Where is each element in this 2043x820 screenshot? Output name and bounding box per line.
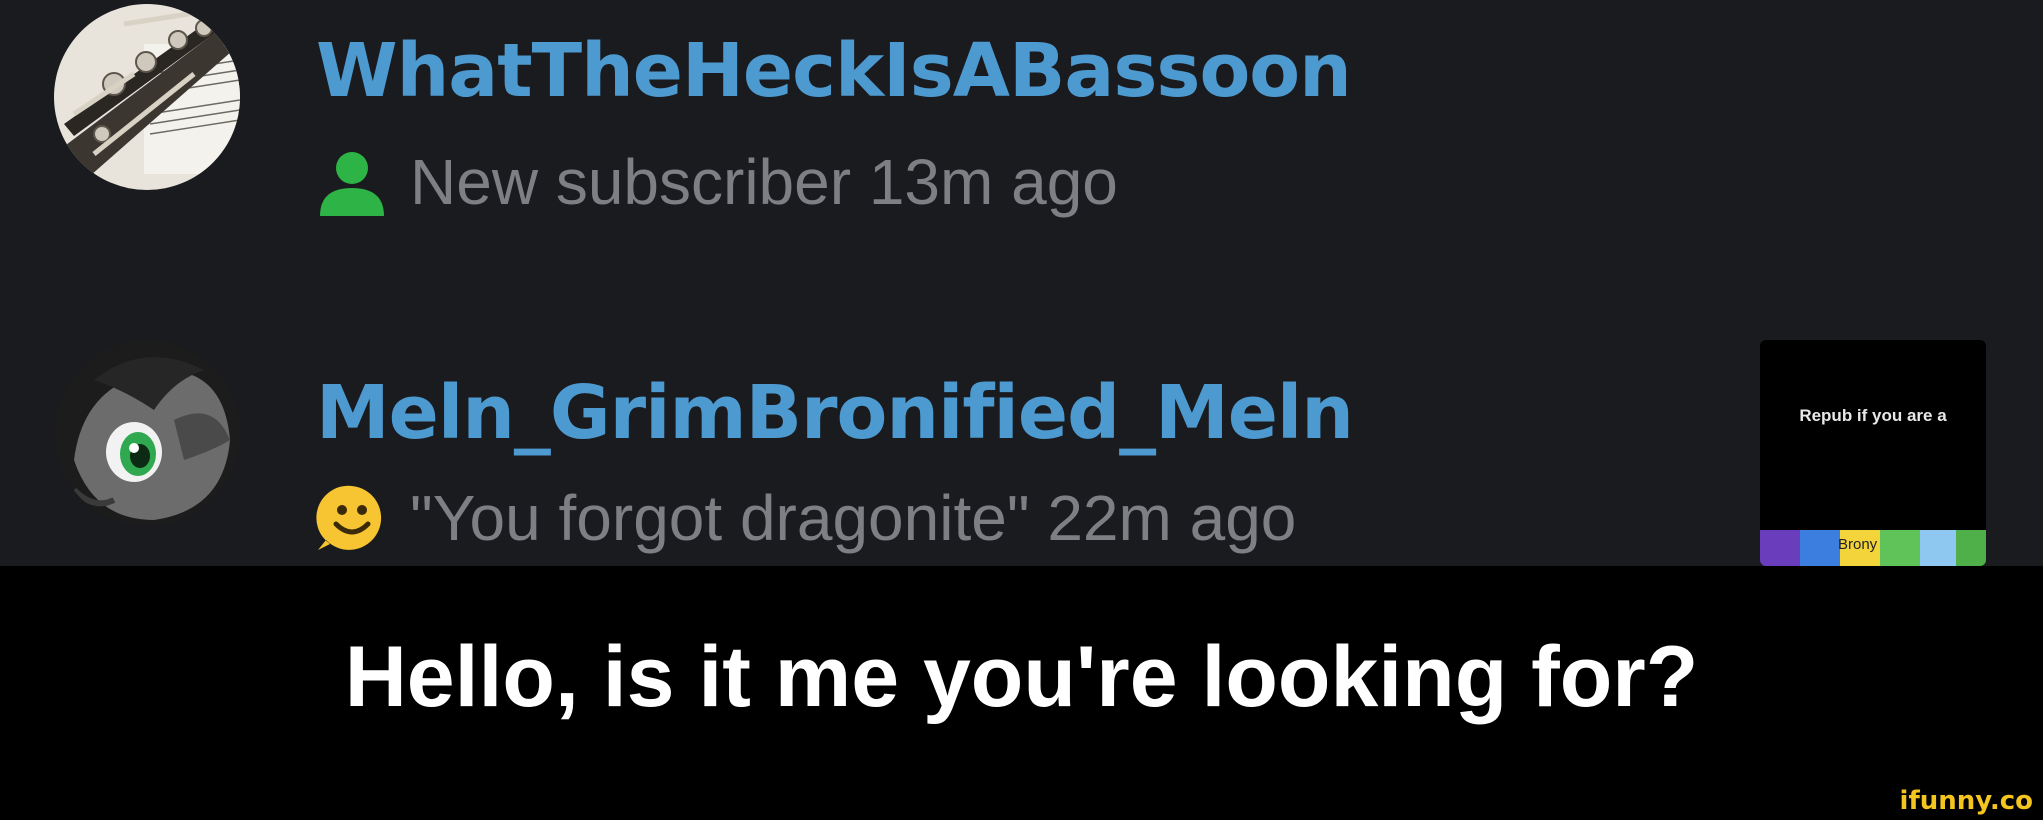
username[interactable]: Meln_GrimBronified_Meln [316,370,1354,456]
caption-text: Hello, is it me you're looking for? [344,628,1699,725]
notification-item[interactable]: Meln_GrimBronified_Meln "You forgot drag… [0,336,2043,566]
thumbnail-banner-text: Brony [1838,536,1878,553]
username[interactable]: WhatTheHeckIsABassoon [316,28,1352,114]
avatar[interactable] [54,340,240,526]
notification-item[interactable]: WhatTheHeckIsABassoon New subscriber 13m… [0,0,2043,230]
notification-feed: WhatTheHeckIsABassoon New subscriber 13m… [0,0,2043,566]
notification-text: "You forgot dragonite" 22m ago [410,482,1297,554]
notification-detail: "You forgot dragonite" 22m ago [316,478,1296,558]
person-icon [316,146,388,218]
post-thumbnail[interactable]: Repub if you are a Brony [1760,340,1986,566]
caption-bar: Hello, is it me you're looking for? [0,566,2043,800]
watermark: ifunny.co [1899,786,2033,816]
thumbnail-text: Repub if you are a [1799,406,1947,425]
notification-text: New subscriber 13m ago [410,146,1118,218]
bottom-strip [0,800,2043,820]
smiley-icon [316,482,388,554]
notification-detail: New subscriber 13m ago [316,142,1118,222]
avatar[interactable] [54,4,240,190]
